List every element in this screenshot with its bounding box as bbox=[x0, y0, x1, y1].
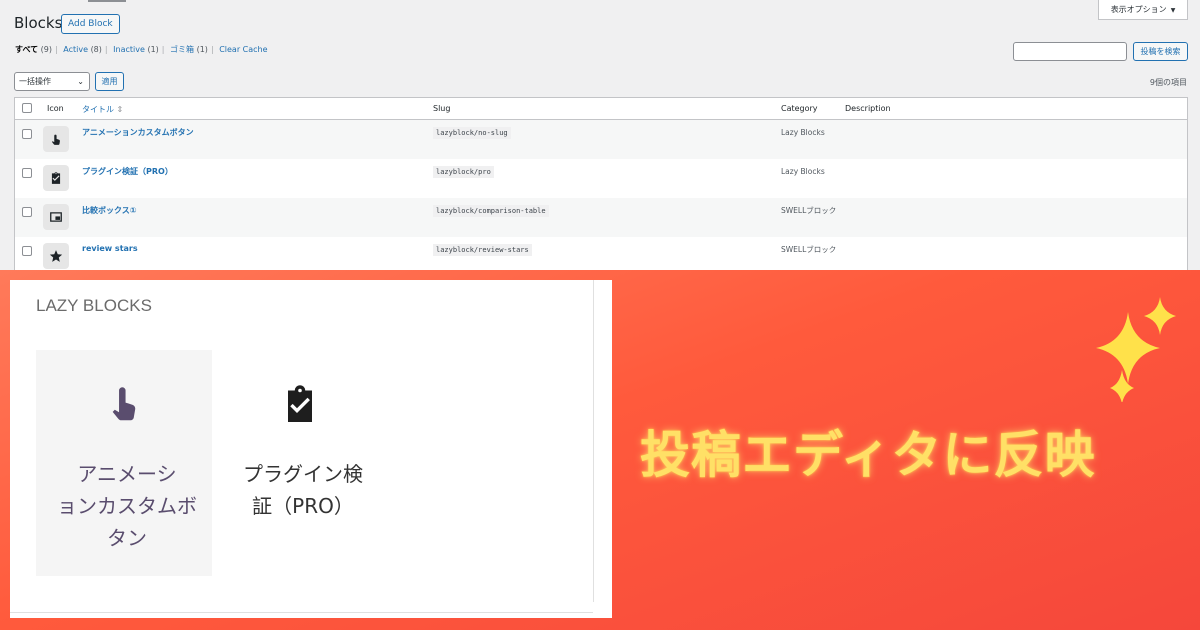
headline: 投稿エディタに反映 bbox=[640, 426, 1096, 484]
admin-screen: Blocks Add Block 表示オプション ▼ すべて (9) | Activ… bbox=[0, 0, 1200, 270]
block-slug: lazyblock/pro bbox=[433, 166, 494, 178]
touch-hand-icon bbox=[43, 126, 69, 152]
row-checkbox[interactable] bbox=[22, 168, 32, 178]
panel-scroll-edge bbox=[593, 280, 594, 602]
block-tile-label: アニメーシ ョンカスタムボ タン bbox=[57, 462, 197, 550]
picture-in-picture-icon bbox=[43, 204, 69, 230]
block-category: SWELLブロック bbox=[781, 206, 837, 215]
table-row: review stars lazyblock/review-stars SWEL… bbox=[15, 237, 1187, 270]
sparkles-icon bbox=[1090, 292, 1190, 406]
row-checkbox[interactable] bbox=[22, 129, 32, 139]
filter-trash[interactable]: ゴミ箱 (1) bbox=[170, 45, 208, 54]
clear-cache-link[interactable]: Clear Cache bbox=[219, 45, 267, 54]
column-description: Description bbox=[845, 104, 891, 113]
block-slug: lazyblock/no-slug bbox=[433, 127, 511, 139]
table-header: Icon タイトル ⇕ Slug Category Description bbox=[15, 98, 1187, 120]
block-slug: lazyblock/review-stars bbox=[433, 244, 532, 256]
block-title-link[interactable]: 比較ボックス① bbox=[82, 205, 137, 216]
block-category: Lazy Blocks bbox=[781, 167, 825, 176]
block-inserter-panel: LAZY BLOCKS アニメーシ ョンカスタムボ タン プラグイン検 証（PR… bbox=[10, 280, 612, 618]
panel-bottom-divider bbox=[10, 612, 593, 613]
block-tile-plugin-pro[interactable]: プラグイン検 証（PRO） bbox=[212, 350, 388, 576]
sort-icon: ⇕ bbox=[116, 105, 124, 114]
block-title-link[interactable]: プラグイン検証（PRO） bbox=[82, 166, 173, 177]
table-row: アニメーションカスタムボタン lazyblock/no-slug Lazy Bl… bbox=[15, 120, 1187, 159]
star-icon bbox=[43, 243, 69, 269]
row-checkbox[interactable] bbox=[22, 207, 32, 217]
search-input[interactable] bbox=[1013, 42, 1127, 61]
apply-button[interactable]: 適用 bbox=[95, 72, 124, 91]
touch-hand-icon bbox=[107, 384, 141, 428]
status-filters: すべて (9) | Active (8) | Inactive (1) | ゴミ箱 (… bbox=[15, 45, 268, 54]
column-slug: Slug bbox=[433, 104, 451, 113]
block-category: Lazy Blocks bbox=[781, 128, 825, 137]
add-block-button[interactable]: Add Block bbox=[61, 14, 120, 34]
block-category: SWELLブロック bbox=[781, 245, 837, 254]
block-tile-animation-button[interactable]: アニメーシ ョンカスタムボ タン bbox=[36, 350, 212, 576]
clipboard-check-icon bbox=[43, 165, 69, 191]
select-all-checkbox[interactable] bbox=[22, 103, 32, 113]
column-title[interactable]: タイトル ⇕ bbox=[82, 104, 123, 115]
admin-tab-accent bbox=[88, 0, 126, 2]
block-title-link[interactable]: review stars bbox=[82, 244, 138, 253]
search-button[interactable]: 投稿を検索 bbox=[1133, 42, 1188, 61]
filter-inactive[interactable]: Inactive (1) bbox=[113, 45, 159, 54]
screen-options-label: 表示オプション bbox=[1110, 5, 1167, 14]
block-title-link[interactable]: アニメーションカスタムボタン bbox=[82, 127, 194, 138]
screen-options-button[interactable]: 表示オプション ▼ bbox=[1098, 0, 1188, 20]
filter-all[interactable]: すべて (9) bbox=[15, 45, 52, 54]
caret-down-icon: ▼ bbox=[1170, 7, 1176, 14]
block-tile-label: プラグイン検 証（PRO） bbox=[243, 462, 363, 518]
chevron-down-icon: ⌄ bbox=[77, 77, 84, 86]
blocks-table: Icon タイトル ⇕ Slug Category Description アニ… bbox=[14, 97, 1188, 270]
panel-title: LAZY BLOCKS bbox=[36, 296, 152, 315]
column-icon: Icon bbox=[47, 104, 64, 113]
bulk-action-label: 一括操作 bbox=[19, 77, 51, 86]
page-title: Blocks bbox=[14, 14, 63, 32]
column-category: Category bbox=[781, 104, 818, 113]
row-checkbox[interactable] bbox=[22, 246, 32, 256]
promo-banner: LAZY BLOCKS アニメーシ ョンカスタムボ タン プラグイン検 証（PR… bbox=[0, 270, 1200, 630]
filter-active[interactable]: Active (8) bbox=[63, 45, 102, 54]
table-row: 比較ボックス① lazyblock/comparison-table SWELL… bbox=[15, 198, 1187, 237]
clipboard-check-icon bbox=[282, 384, 318, 428]
table-row: プラグイン検証（PRO） lazyblock/pro Lazy Blocks bbox=[15, 159, 1187, 198]
bulk-action-select[interactable]: 一括操作 ⌄ bbox=[14, 72, 90, 91]
item-count: 9個の項目 bbox=[1149, 78, 1187, 87]
block-slug: lazyblock/comparison-table bbox=[433, 205, 549, 217]
